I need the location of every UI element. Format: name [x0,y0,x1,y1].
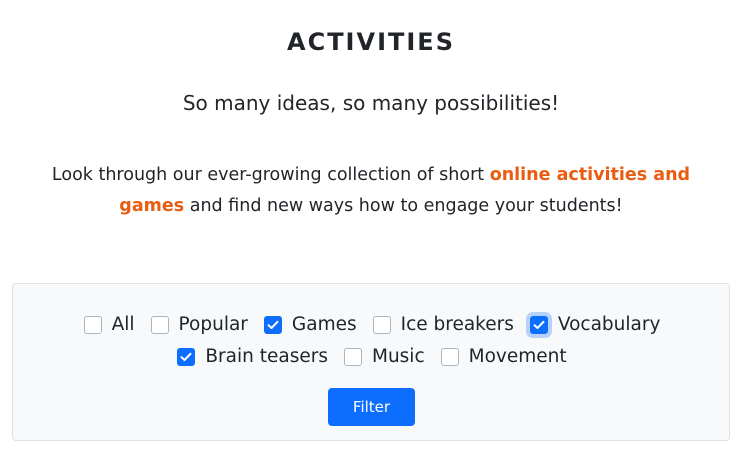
checkmark-icon [267,320,279,329]
filter-label-ice-breakers: Ice breakers [400,314,514,335]
intro-text-before: Look through our ever-growing collection… [51,165,490,185]
filter-option-games[interactable]: Games [263,314,357,335]
checkbox-movement[interactable] [440,347,459,366]
filter-button[interactable]: Filter [328,388,415,426]
filter-label-games: Games [291,314,357,335]
filter-row-1: All Popular Games Ice breakers Vocabular… [13,314,731,335]
checkbox-games[interactable] [263,315,282,334]
filter-label-popular: Popular [178,314,248,335]
filter-label-movement: Movement [468,346,567,367]
checkbox-popular[interactable] [150,315,169,334]
filter-label-vocabulary: Vocabulary [557,314,661,335]
page-subtitle: So many ideas, so many possibilities! [182,91,560,115]
filter-option-brain-teasers[interactable]: Brain teasers [177,346,328,367]
filter-panel: All Popular Games Ice breakers Vocabular… [12,283,730,441]
checkmark-icon [180,352,192,361]
filter-option-ice-breakers[interactable]: Ice breakers [372,314,514,335]
checkbox-all[interactable] [83,315,102,334]
checkbox-vocabulary[interactable] [529,315,548,334]
filter-option-popular[interactable]: Popular [150,314,248,335]
filter-label-music: Music [371,346,425,367]
filter-row-2: Brain teasers Music Movement [13,346,731,367]
checkbox-music[interactable] [343,347,362,366]
filter-option-vocabulary[interactable]: Vocabulary [529,314,661,335]
checkbox-ice-breakers[interactable] [372,315,391,334]
intro-text-after: and find new ways how to engage your stu… [184,196,623,216]
page: ACTIVITIES So many ideas, so many possib… [0,0,754,460]
filter-label-all: All [111,314,135,335]
filter-option-all[interactable]: All [83,314,135,335]
checkbox-brain-teasers[interactable] [177,347,196,366]
filter-option-movement[interactable]: Movement [440,346,567,367]
checkmark-icon [533,320,545,329]
page-title: ACTIVITIES [287,28,455,56]
filter-label-brain-teasers: Brain teasers [205,346,328,367]
intro-paragraph: Look through our ever-growing collection… [40,160,702,222]
filter-option-music[interactable]: Music [343,346,425,367]
